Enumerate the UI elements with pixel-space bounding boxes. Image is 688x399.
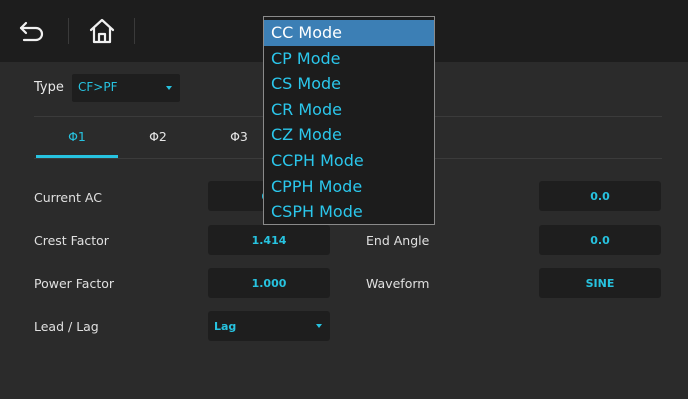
- crest-factor-label: Crest Factor: [34, 233, 109, 248]
- type-value: CF>PF: [78, 80, 118, 94]
- start-angle-field[interactable]: 0.0: [539, 181, 661, 211]
- back-button[interactable]: [12, 12, 52, 50]
- separator: [68, 18, 69, 44]
- type-label: Type: [34, 80, 64, 95]
- mode-dropdown[interactable]: CC Mode CP Mode CS Mode CR Mode CZ Mode …: [263, 16, 435, 225]
- mode-option-cz[interactable]: CZ Mode: [264, 122, 434, 148]
- crest-factor-field[interactable]: 1.414: [208, 225, 330, 255]
- tab-phase-1[interactable]: Φ1: [37, 129, 117, 144]
- home-button[interactable]: [82, 12, 122, 50]
- undo-arrow-icon: [19, 21, 44, 42]
- home-icon: [89, 18, 115, 44]
- power-factor-label: Power Factor: [34, 276, 115, 291]
- lead-lag-label: Lead / Lag: [34, 319, 99, 334]
- lead-lag-value: Lag: [214, 319, 237, 333]
- current-ac-label: Current AC: [34, 190, 102, 205]
- mode-option-cc[interactable]: CC Mode: [264, 20, 434, 46]
- tab-phase-2[interactable]: Φ2: [118, 129, 198, 144]
- chevron-down-icon: [166, 86, 172, 90]
- mode-option-csph[interactable]: CSPH Mode: [264, 199, 434, 225]
- separator: [134, 18, 135, 44]
- mode-option-cr[interactable]: CR Mode: [264, 97, 434, 123]
- chevron-down-icon: [316, 324, 322, 328]
- waveform-label: Waveform: [366, 276, 430, 291]
- end-angle-label: End Angle: [366, 233, 430, 248]
- mode-option-cpph[interactable]: CPPH Mode: [264, 174, 434, 200]
- end-angle-field[interactable]: 0.0: [539, 225, 661, 255]
- mode-option-ccph[interactable]: CCPH Mode: [264, 148, 434, 174]
- power-factor-field[interactable]: 1.000: [208, 268, 330, 298]
- lead-lag-select[interactable]: Lag: [208, 311, 330, 341]
- mode-option-cp[interactable]: CP Mode: [264, 46, 434, 72]
- mode-option-cs[interactable]: CS Mode: [264, 71, 434, 97]
- waveform-field[interactable]: SINE: [539, 268, 661, 298]
- type-select[interactable]: CF>PF: [72, 74, 180, 102]
